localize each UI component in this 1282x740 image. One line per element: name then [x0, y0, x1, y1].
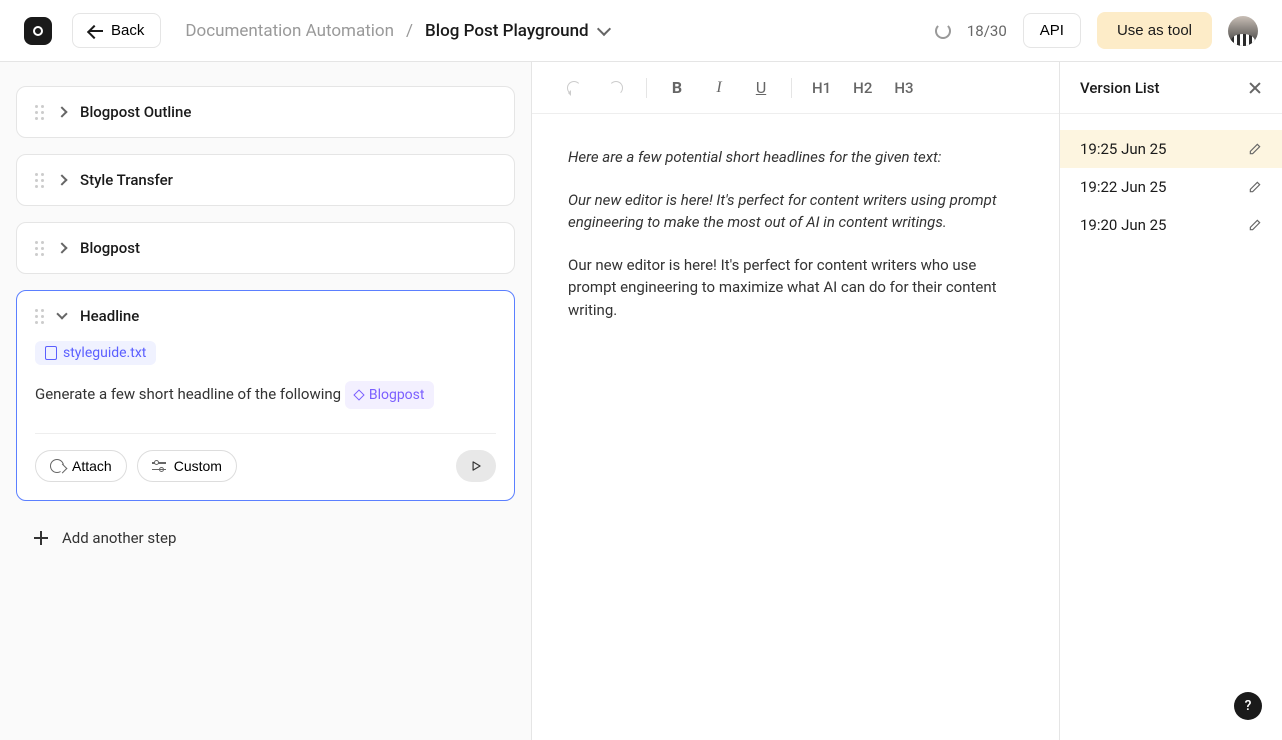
toolbar-separator: [791, 78, 792, 98]
usage-counter: 18/30: [967, 22, 1007, 40]
editor-toolbar: B I U H1 H2 H3: [532, 62, 1059, 114]
edit-icon[interactable]: [1248, 180, 1262, 194]
step-title: Blogpost Outline: [80, 103, 191, 121]
version-item[interactable]: 19:20 Jun 25: [1060, 206, 1282, 244]
redo-button[interactable]: [598, 70, 634, 106]
version-timestamp: 19:25 Jun 25: [1080, 140, 1166, 158]
app-header: Back Documentation Automation / Blog Pos…: [0, 0, 1282, 62]
version-timestamp: 19:22 Jun 25: [1080, 178, 1166, 196]
breadcrumb-separator: /: [406, 21, 413, 41]
edit-icon[interactable]: [1248, 218, 1262, 232]
user-avatar[interactable]: [1228, 16, 1258, 46]
attach-icon: [50, 459, 64, 473]
close-icon[interactable]: [1248, 81, 1262, 95]
chevron-down-icon: [597, 21, 611, 35]
redo-icon: [609, 81, 623, 95]
attachment-chip[interactable]: styleguide.txt: [35, 341, 156, 365]
version-timestamp: 19:20 Jun 25: [1080, 216, 1166, 234]
edit-icon[interactable]: [1248, 142, 1262, 156]
api-button[interactable]: API: [1023, 13, 1081, 48]
editor-panel: B I U H1 H2 H3 Here are a few potential …: [532, 62, 1060, 740]
app-logo[interactable]: [24, 17, 52, 45]
step-card-blogpost-outline[interactable]: Blogpost Outline: [16, 86, 515, 138]
version-list: 19:25 Jun 25 19:22 Jun 25 19:20 Jun 25: [1060, 114, 1282, 260]
diamond-icon: [353, 390, 364, 401]
play-icon: [469, 459, 483, 473]
editor-paragraph: Our new editor is here! It's perfect for…: [568, 254, 1023, 322]
version-item[interactable]: 19:25 Jun 25: [1060, 130, 1282, 168]
step-title: Style Transfer: [80, 171, 173, 189]
h2-button[interactable]: H2: [845, 70, 880, 106]
chevron-right-icon[interactable]: [56, 242, 67, 253]
drag-handle-icon[interactable]: [35, 309, 44, 324]
breadcrumb: Documentation Automation / Blog Post Pla…: [185, 21, 608, 41]
version-panel: Version List 19:25 Jun 25 19:22 Jun 25 1…: [1060, 62, 1282, 740]
plus-icon: [34, 531, 48, 545]
version-item[interactable]: 19:22 Jun 25: [1060, 168, 1282, 206]
run-step-button[interactable]: [456, 450, 496, 482]
undo-icon: [567, 81, 581, 95]
step-card-headline[interactable]: Headline styleguide.txt Generate a few s…: [16, 290, 515, 501]
undo-button[interactable]: [556, 70, 592, 106]
step-title: Headline: [80, 307, 139, 325]
editor-paragraph: Here are a few potential short headlines…: [568, 146, 1023, 169]
back-label: Back: [111, 22, 144, 39]
steps-sidebar: Blogpost Outline Style Transfer Blogpost…: [0, 62, 532, 740]
editor-paragraph: Our new editor is here! It's perfect for…: [568, 189, 1023, 234]
attachment-name: styleguide.txt: [63, 345, 146, 361]
drag-handle-icon[interactable]: [35, 173, 44, 188]
drag-handle-icon[interactable]: [35, 105, 44, 120]
arrow-left-icon: [89, 30, 103, 32]
file-icon: [45, 346, 57, 360]
add-step-button[interactable]: Add another step: [16, 517, 515, 559]
h1-button[interactable]: H1: [804, 70, 839, 106]
underline-button[interactable]: U: [743, 70, 779, 106]
chevron-down-icon[interactable]: [56, 308, 67, 319]
editor-content[interactable]: Here are a few potential short headlines…: [532, 114, 1059, 740]
drag-handle-icon[interactable]: [35, 241, 44, 256]
usage-spinner-icon: [935, 23, 951, 39]
bold-button[interactable]: B: [659, 70, 695, 106]
breadcrumb-current[interactable]: Blog Post Playground: [425, 21, 609, 41]
step-card-style-transfer[interactable]: Style Transfer: [16, 154, 515, 206]
chevron-right-icon[interactable]: [56, 174, 67, 185]
reference-chip[interactable]: Blogpost: [345, 381, 435, 409]
italic-button[interactable]: I: [701, 70, 737, 106]
sliders-icon: [152, 459, 166, 473]
help-button[interactable]: ?: [1234, 692, 1262, 720]
attach-button[interactable]: Attach: [35, 450, 127, 482]
chevron-right-icon[interactable]: [56, 106, 67, 117]
use-as-tool-button[interactable]: Use as tool: [1097, 12, 1212, 49]
step-title: Blogpost: [80, 239, 140, 257]
step-card-blogpost[interactable]: Blogpost: [16, 222, 515, 274]
prompt-input[interactable]: Generate a few short headline of the fol…: [35, 381, 496, 433]
h3-button[interactable]: H3: [886, 70, 921, 106]
breadcrumb-parent[interactable]: Documentation Automation: [185, 21, 394, 41]
custom-button[interactable]: Custom: [137, 450, 237, 482]
back-button[interactable]: Back: [72, 13, 161, 48]
version-panel-title: Version List: [1080, 79, 1159, 97]
toolbar-separator: [646, 78, 647, 98]
